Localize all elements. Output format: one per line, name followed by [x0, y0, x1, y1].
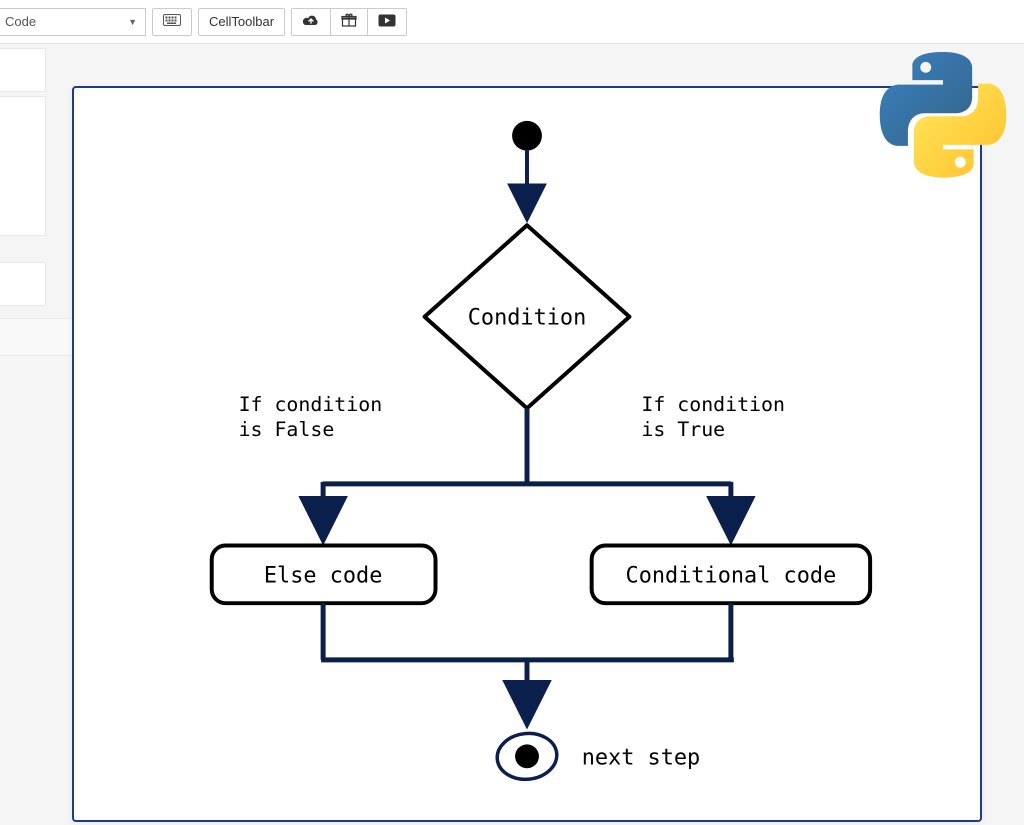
cell-stub [0, 48, 46, 92]
python-logo-icon [878, 52, 1008, 178]
cell-stub [0, 96, 46, 236]
true-label-line2: is True [641, 418, 725, 441]
cloud-upload-icon [302, 13, 320, 30]
flowchart-diagram: Condition If condition is False If condi… [72, 86, 982, 822]
cloud-upload-button[interactable] [291, 8, 331, 36]
toolbar-button-group [291, 8, 407, 36]
cell-stub [0, 262, 46, 306]
false-label-line1: If condition [239, 393, 383, 416]
else-code-text: Else code [264, 563, 383, 588]
presentation-button[interactable] [367, 8, 407, 36]
command-palette-button[interactable] [152, 8, 192, 36]
start-node [512, 121, 542, 151]
notebook-toolbar: Code CellToolbar [0, 0, 1024, 44]
cell-toolbar-label: CellToolbar [209, 14, 274, 29]
condition-text: Condition [468, 306, 587, 331]
end-text: next step [582, 745, 701, 770]
cell-toolbar-button[interactable]: CellToolbar [198, 8, 285, 36]
gift-button[interactable] [330, 8, 368, 36]
conditional-code-node: Conditional code [592, 546, 870, 604]
condition-node: Condition [425, 225, 630, 408]
end-node [495, 730, 559, 782]
play-rect-icon [378, 14, 396, 30]
false-label-line2: is False [239, 418, 335, 441]
true-label-line1: If condition [641, 393, 785, 416]
flowchart-svg: Condition If condition is False If condi… [74, 88, 980, 820]
cell-type-value: Code [5, 14, 36, 29]
keyboard-icon [163, 14, 181, 29]
cell-type-select[interactable]: Code [0, 8, 146, 36]
gift-icon [341, 13, 357, 30]
else-code-node: Else code [212, 546, 436, 604]
conditional-code-text: Conditional code [626, 563, 837, 588]
